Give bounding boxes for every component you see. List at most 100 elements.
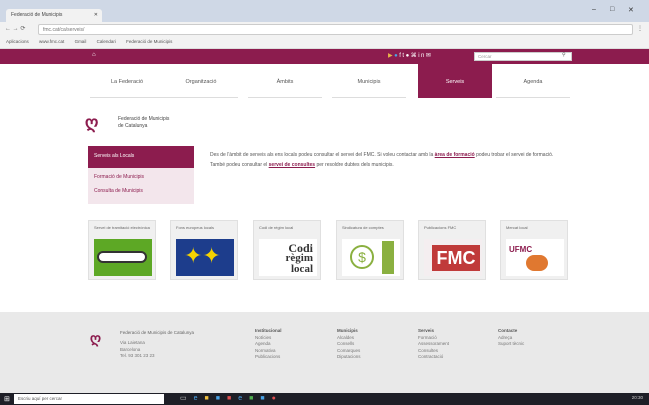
browser-nav-buttons[interactable]: ← → ⟳ bbox=[5, 25, 25, 32]
url-text: fmc.cat/ca/serveis/ bbox=[43, 27, 85, 33]
footer-link[interactable]: Assessorament bbox=[418, 341, 449, 348]
folder-icon[interactable]: ■ bbox=[205, 395, 216, 402]
service-card[interactable]: Servei de tramitació electrònica bbox=[88, 220, 156, 280]
consultes-link[interactable]: servei de consultes bbox=[269, 162, 315, 168]
logo-line-2: de Catalunya bbox=[118, 123, 148, 129]
paragraph-text: Des de l'àmbit de serveis als ens locals… bbox=[210, 152, 435, 158]
eu-flag-image: ✦✦ bbox=[176, 239, 234, 276]
store-icon[interactable]: ■ bbox=[216, 395, 227, 402]
task-view-icon[interactable]: ▭ bbox=[180, 395, 194, 402]
service-card[interactable]: Codi de règim local Codi règim local bbox=[253, 220, 321, 280]
bookmark-item[interactable]: Gmail bbox=[75, 39, 87, 44]
nav-item-federacio[interactable]: La Federació bbox=[90, 64, 164, 98]
footer-column: Municipis Alcaldes Consells Comarques Di… bbox=[337, 328, 361, 361]
ie-icon[interactable]: e bbox=[238, 395, 249, 402]
menu-icon[interactable]: ⋮ bbox=[637, 25, 643, 32]
sidebar-heading[interactable]: Serveis als Locals bbox=[88, 146, 194, 168]
card-title: Sindicatura de comptes bbox=[342, 225, 384, 230]
formacio-link[interactable]: àrea de formació bbox=[435, 152, 475, 158]
logo-icon: ღ bbox=[85, 113, 99, 132]
card-image: Codi règim local bbox=[259, 239, 317, 276]
social-icons: ▶●ft●⌘in✉ bbox=[388, 52, 432, 59]
footer-address: Via Laietana Barcelona Tel. 93 301 23 23 bbox=[120, 340, 155, 360]
address-toolbar: ← → ⟳ fmc.cat/ca/serveis/ ⋮ bbox=[0, 22, 649, 37]
site-logo[interactable]: ღ Federació de Municipis de Catalunya bbox=[85, 112, 245, 136]
footer-link[interactable]: Suport tècnic bbox=[498, 341, 524, 348]
side-banner bbox=[382, 241, 394, 274]
footer-link[interactable]: Diputacions bbox=[337, 354, 361, 361]
tab-title: Federació de Municipis bbox=[11, 12, 63, 18]
paragraph-text: per resoldre dubtes dels municipis. bbox=[315, 162, 394, 168]
footer-column: Serveis Formació Assessorament Consultes… bbox=[418, 328, 449, 361]
system-tray-clock[interactable]: 20:30 bbox=[632, 395, 643, 400]
main-content: Des de l'àmbit de serveis als ens locals… bbox=[210, 152, 570, 172]
card-title: Mercat local bbox=[506, 225, 528, 230]
service-card[interactable]: Publicacions FMC FMC bbox=[418, 220, 486, 280]
bookmark-item[interactable]: www.fmc.cat bbox=[39, 39, 64, 44]
site-top-bar: ⌂ ▶●ft●⌘in✉ Cercar ⚲ bbox=[0, 49, 649, 64]
nav-item-serveis[interactable]: Serveis bbox=[418, 64, 492, 98]
word-icon[interactable]: ■ bbox=[260, 395, 271, 402]
footer-logo-icon: ღ bbox=[90, 330, 102, 346]
search-icon[interactable]: ⚲ bbox=[562, 52, 566, 58]
stars-icon: ✦✦ bbox=[184, 243, 221, 268]
card-title: Publicacions FMC bbox=[424, 225, 457, 230]
footer-heading: Institucional bbox=[255, 328, 282, 333]
footer-heading: Municipis bbox=[337, 328, 358, 333]
footer-link[interactable]: Publicacions bbox=[255, 354, 282, 361]
chrome-icon[interactable]: ● bbox=[272, 395, 283, 402]
service-card[interactable]: Mercat local UFMC bbox=[500, 220, 568, 280]
os-taskbar: ⊞ Escriu aquí per cercar ▭e■■■e■■● 20:30 bbox=[0, 393, 649, 405]
nav-item-municipis[interactable]: Municipis bbox=[332, 64, 406, 98]
card-image: $ bbox=[342, 239, 400, 276]
card-image: FMC bbox=[424, 239, 482, 276]
nav-item-ambits[interactable]: Àmbits bbox=[248, 64, 322, 98]
sidebar: Serveis als Locals Formació de Municipis… bbox=[88, 146, 194, 204]
bookmark-item[interactable]: Federació de Municipis bbox=[126, 39, 172, 44]
content-paragraph: Des de l'àmbit de serveis als ens locals… bbox=[210, 152, 570, 159]
service-card[interactable]: Fons europeus locals ✦✦ bbox=[170, 220, 238, 280]
content-paragraph: També podeu consultar el servei de consu… bbox=[210, 162, 570, 169]
card-image: UFMC bbox=[506, 239, 564, 276]
browser-tab[interactable]: Federació de Municipis ✕ bbox=[6, 9, 102, 22]
footer-org-name: Federació de Municipis de Catalunya bbox=[120, 330, 195, 335]
card-title: Fons europeus locals bbox=[176, 225, 215, 230]
linkedin-icon[interactable]: in bbox=[418, 53, 426, 59]
close-icon[interactable]: ✕ bbox=[94, 12, 98, 18]
footer-column: Institucional Notícies Agenda Normativa … bbox=[255, 328, 282, 361]
nav-item-organitzacio[interactable]: Organització bbox=[164, 64, 238, 98]
email-icon[interactable]: ✉ bbox=[426, 53, 433, 59]
logo-line-1: Federació de Municipis bbox=[118, 116, 170, 122]
fruit-image bbox=[526, 255, 548, 271]
excel-icon[interactable]: ■ bbox=[249, 395, 260, 402]
windows-start-icon[interactable]: ⊞ bbox=[4, 395, 10, 403]
taskbar-search-placeholder: Escriu aquí per cercar bbox=[18, 396, 63, 401]
card-title: Codi de règim local bbox=[259, 225, 294, 230]
paragraph-text: podeu trobar el servei de formació. bbox=[474, 152, 554, 158]
site-footer: ღ Federació de Municipis de Catalunya Vi… bbox=[0, 312, 649, 393]
sidebar-item-consulta[interactable]: Consulta de Municipis bbox=[94, 188, 143, 194]
taskbar-search-input[interactable]: Escriu aquí per cercar bbox=[14, 394, 164, 404]
edge-icon[interactable]: e bbox=[194, 395, 205, 402]
paragraph-text: També podeu consultar el bbox=[210, 162, 269, 168]
bookmarks-bar: Aplicacions www.fmc.cat Gmail Calendari … bbox=[0, 37, 649, 49]
maximize-button[interactable]: □ bbox=[610, 6, 614, 13]
ufmc-logo: UFMC bbox=[509, 245, 533, 254]
site-search-input[interactable]: Cercar bbox=[474, 52, 572, 61]
home-icon[interactable]: ⌂ bbox=[92, 52, 96, 58]
bookmark-item[interactable]: Calendari bbox=[97, 39, 116, 44]
toggle-graphic bbox=[97, 251, 147, 263]
address-bar[interactable]: fmc.cat/ca/serveis/ bbox=[38, 24, 633, 35]
sidebar-item-formacio[interactable]: Formació de Municipis bbox=[94, 174, 144, 180]
minimize-button[interactable]: – bbox=[592, 6, 596, 13]
footer-column: Contacte Adreça Suport tècnic bbox=[498, 328, 524, 348]
nav-item-agenda[interactable]: Agenda bbox=[496, 64, 570, 98]
service-card[interactable]: Sindicatura de comptes $ bbox=[336, 220, 404, 280]
taskbar-app-icons: ▭e■■■e■■● bbox=[180, 394, 283, 402]
main-navigation: La Federació Organització Àmbits Municip… bbox=[0, 64, 649, 98]
window-close-button[interactable]: ✕ bbox=[628, 6, 634, 14]
app-icon[interactable]: ■ bbox=[227, 395, 238, 402]
bookmark-item[interactable]: Aplicacions bbox=[6, 39, 29, 44]
footer-link[interactable]: Contractació bbox=[418, 354, 449, 361]
card-image bbox=[94, 239, 152, 276]
